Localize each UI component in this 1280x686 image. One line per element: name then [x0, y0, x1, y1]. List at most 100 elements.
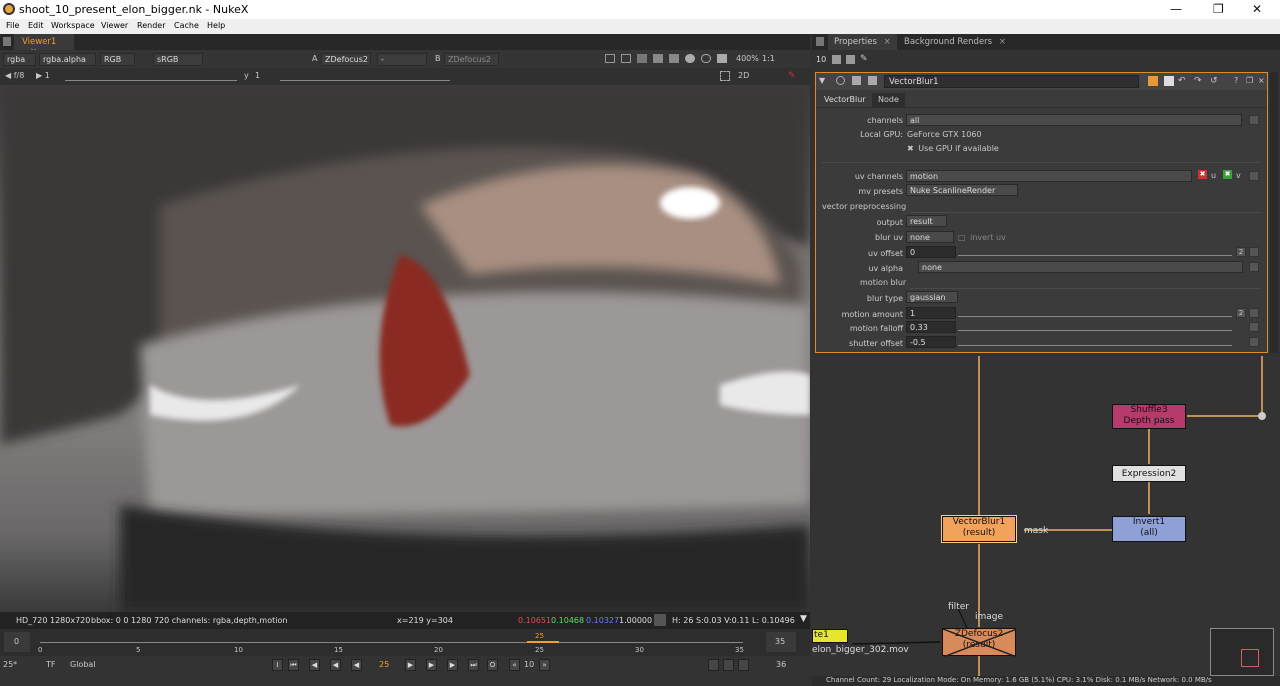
invert-uv-checkbox[interactable]: □ invert uv	[958, 233, 1006, 242]
float-icon[interactable]: ❐	[1246, 76, 1253, 85]
menu-edit[interactable]: Edit	[28, 21, 44, 30]
tab-node[interactable]: Node	[872, 93, 905, 107]
node-graph[interactable]: Shuffle3 Depth pass Expression2 Invert1 …	[812, 356, 1280, 676]
uv-alpha-dropdown[interactable]: none	[918, 261, 1243, 273]
lut-icon[interactable]	[637, 54, 647, 63]
exposure-fstop[interactable]: ◀ f/8	[5, 71, 24, 80]
panel-menu-icon[interactable]	[816, 37, 824, 46]
shutter-offset-field[interactable]: -0.5	[906, 336, 956, 348]
step-back-button[interactable]: «	[509, 659, 520, 671]
node-color-icon[interactable]	[1148, 76, 1158, 86]
tab-properties[interactable]: Properties ×	[828, 34, 897, 50]
motion-falloff-field[interactable]: 0.33	[906, 321, 956, 333]
play-backward-button[interactable]: ◀	[351, 659, 362, 671]
out-point-button[interactable]: O	[487, 659, 498, 671]
tab-viewer1[interactable]: Viewer1 ×	[14, 34, 74, 57]
properties-scrollbar[interactable]	[1270, 72, 1278, 353]
node-expression2[interactable]: Expression2	[1112, 465, 1186, 482]
channels-menu-button[interactable]	[1249, 115, 1259, 125]
input-a-dropdown[interactable]: ZDefocus2	[321, 53, 371, 66]
menu-file[interactable]: File	[6, 21, 19, 30]
blur-uv-dropdown[interactable]: none	[906, 231, 954, 243]
last-frame-button[interactable]: ⏭	[468, 659, 479, 671]
prev-keyframe-button[interactable]: ◀	[309, 659, 320, 671]
paint-icon[interactable]: ✎	[788, 71, 796, 81]
end-frame[interactable]: 36	[776, 660, 786, 669]
output-dropdown[interactable]: result	[906, 215, 947, 227]
channels-dropdown[interactable]: rgba	[3, 53, 36, 66]
refresh-icon[interactable]	[685, 54, 695, 63]
playhead[interactable]	[527, 641, 559, 643]
motion-amount-animation-button[interactable]	[1249, 308, 1259, 318]
pause-icon[interactable]	[717, 54, 727, 63]
current-frame[interactable]: 25	[379, 660, 389, 669]
node-gl-color-icon[interactable]	[1164, 76, 1174, 86]
minimize-icon[interactable]: —	[1170, 2, 1182, 16]
frame-step[interactable]: 10	[524, 660, 534, 669]
menu-workspace[interactable]: Workspace	[51, 21, 95, 30]
in-point-button[interactable]: I	[272, 659, 283, 671]
uv-offset-dims-button[interactable]: 2	[1236, 247, 1246, 257]
gamma-slider[interactable]	[280, 73, 450, 81]
node-graph-navigator[interactable]	[1210, 628, 1274, 676]
input-b-dropdown[interactable]: ZDefocus2	[444, 53, 499, 66]
tf-dropdown[interactable]: TF	[46, 660, 56, 669]
menu-render[interactable]: Render	[137, 21, 165, 30]
lock-range-button[interactable]	[723, 659, 734, 671]
next-frame-button[interactable]: ▶	[426, 659, 437, 671]
roi-icon[interactable]	[605, 54, 615, 63]
blur-type-dropdown[interactable]: gaussian	[906, 291, 958, 303]
node-name-field[interactable]: VectorBlur1	[884, 75, 1139, 88]
shutter-offset-slider[interactable]	[958, 338, 1232, 346]
gamma-value[interactable]: 1	[255, 71, 260, 80]
lock-icon[interactable]	[832, 55, 841, 64]
node-write1[interactable]: te1	[812, 629, 848, 643]
uv-offset-field[interactable]: 0	[906, 246, 956, 258]
colorspace-dropdown[interactable]: sRGB	[153, 53, 203, 66]
uv-alpha-menu-button[interactable]	[1249, 262, 1259, 272]
info-expand-icon[interactable]: ▼	[800, 614, 807, 624]
safe-area-icon[interactable]	[621, 54, 631, 63]
scope-dropdown[interactable]: Global	[70, 660, 96, 669]
mv-presets-dropdown[interactable]: Nuke ScanlineRender	[906, 184, 1018, 196]
node-link-icon[interactable]	[852, 76, 861, 85]
next-keyframe-button[interactable]: ▶	[447, 659, 458, 671]
sync-button[interactable]	[738, 659, 749, 671]
v-channel-icon[interactable]: ✖	[1223, 170, 1232, 179]
motion-falloff-slider[interactable]	[958, 323, 1232, 331]
dot-node[interactable]	[1258, 412, 1266, 420]
pin-icon[interactable]: ✎	[860, 54, 868, 64]
menu-help[interactable]: Help	[207, 21, 225, 30]
view-mode-dropdown[interactable]: 2D	[738, 71, 749, 80]
navigator-viewport[interactable]	[1241, 649, 1259, 667]
compare-op-dropdown[interactable]: -	[377, 53, 427, 66]
uv-menu-button[interactable]	[1249, 171, 1259, 181]
collapse-icon[interactable]: ▼	[819, 76, 825, 85]
proxy-icon[interactable]	[701, 54, 711, 63]
channels-dropdown[interactable]: all	[906, 114, 1242, 126]
viewer-capture-icon[interactable]	[720, 71, 730, 81]
node-knob-icon[interactable]	[868, 76, 877, 85]
motion-amount-dims-button[interactable]: 2	[1236, 308, 1246, 318]
help-icon[interactable]: ?	[1234, 76, 1238, 85]
pixel-ratio[interactable]: 1:1	[762, 54, 775, 63]
uv-offset-slider[interactable]	[958, 248, 1232, 256]
motion-amount-field[interactable]: 1	[906, 307, 956, 319]
first-frame-button[interactable]: ⏮	[288, 659, 299, 671]
fps-dropdown[interactable]: 25*	[3, 660, 17, 669]
timeline-end[interactable]: 35	[766, 632, 796, 652]
menu-cache[interactable]: Cache	[174, 21, 199, 30]
revert-icon[interactable]: ↺	[1210, 76, 1218, 86]
gain-value[interactable]: ▶ 1	[36, 71, 50, 80]
viewer-canvas[interactable]	[0, 85, 810, 612]
play-forward-button[interactable]: ▶	[405, 659, 416, 671]
alpha-dropdown[interactable]: rgba.alpha	[39, 53, 96, 66]
node-shuffle3[interactable]: Shuffle3 Depth pass	[1112, 404, 1186, 429]
max-panels[interactable]: 10	[816, 55, 826, 64]
node-help-icon[interactable]	[836, 76, 845, 85]
wipe-icon[interactable]	[653, 54, 663, 63]
motion-falloff-animation-button[interactable]	[1249, 322, 1259, 332]
node-vectorblur1[interactable]: VectorBlur1 (result)	[941, 515, 1017, 543]
node-invert1[interactable]: Invert1 (all)	[1112, 516, 1186, 542]
tab-vectorblur[interactable]: VectorBlur	[818, 93, 872, 107]
